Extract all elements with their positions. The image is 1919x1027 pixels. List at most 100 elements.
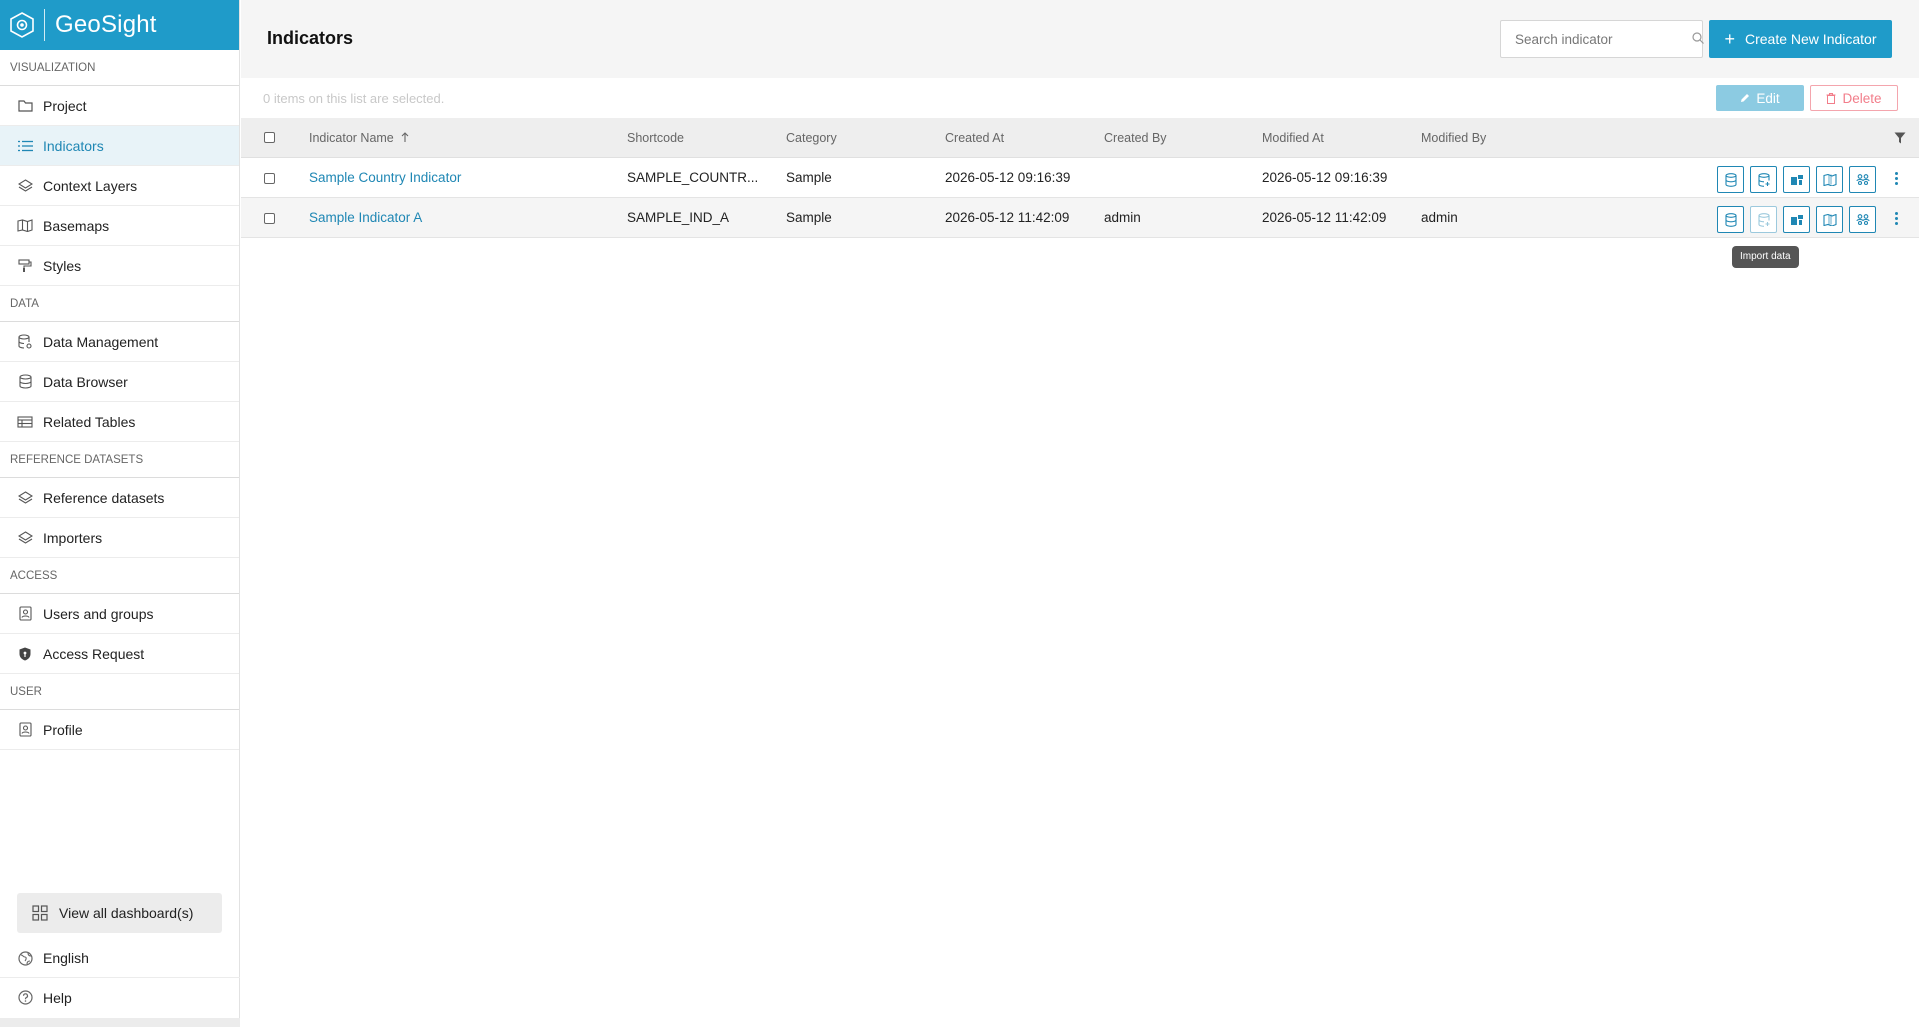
column-header-category[interactable]: Category bbox=[786, 131, 837, 145]
sidebar-item-profile[interactable]: Profile bbox=[0, 710, 239, 750]
sidebar-item-reference-datasets[interactable]: Reference datasets bbox=[0, 478, 239, 518]
brand-name: GeoSight bbox=[55, 11, 157, 38]
map-view-action-button[interactable] bbox=[1816, 206, 1843, 233]
sidebar-item-label: Styles bbox=[43, 257, 82, 274]
column-header-modified-at[interactable]: Modified At bbox=[1262, 131, 1324, 145]
section-title-user: USER bbox=[0, 674, 239, 710]
paint-roller-icon bbox=[16, 257, 34, 275]
modified-by-cell: admin bbox=[1421, 210, 1458, 225]
import-data-tooltip: Import data bbox=[1732, 246, 1799, 268]
shortcode-cell: SAMPLE_COUNTR... bbox=[627, 170, 759, 185]
language-label: English bbox=[43, 950, 89, 966]
data-browser-action-button[interactable] bbox=[1717, 166, 1744, 193]
column-header-label: Indicator Name bbox=[309, 131, 394, 145]
permissions-action-button[interactable] bbox=[1849, 166, 1876, 193]
view-all-label: View all dashboard(s) bbox=[59, 905, 194, 921]
sidebar-item-data-management[interactable]: Data Management bbox=[0, 322, 239, 362]
sidebar: GeoSight VISUALIZATION Project Indicator… bbox=[0, 0, 240, 1027]
section-title-visualization: VISUALIZATION bbox=[0, 50, 239, 86]
select-all-checkbox[interactable] bbox=[264, 132, 275, 143]
category-cell: Sample bbox=[786, 210, 832, 225]
value-manager-action-button[interactable] bbox=[1783, 166, 1810, 193]
sidebar-item-label: Related Tables bbox=[43, 413, 136, 430]
sidebar-item-project[interactable]: Project bbox=[0, 86, 239, 126]
created-at-cell: 2026-05-12 11:42:09 bbox=[945, 210, 1070, 225]
sidebar-item-related-tables[interactable]: Related Tables bbox=[0, 402, 239, 442]
sidebar-item-indicators[interactable]: Indicators bbox=[0, 126, 239, 166]
edit-button[interactable]: Edit bbox=[1716, 85, 1804, 111]
layers-icon bbox=[16, 177, 34, 195]
sidebar-item-context-layers[interactable]: Context Layers bbox=[0, 166, 239, 206]
category-cell: Sample bbox=[786, 170, 832, 185]
edit-label: Edit bbox=[1756, 90, 1780, 106]
data-browser-action-button[interactable] bbox=[1717, 206, 1744, 233]
indicator-name-link[interactable]: Sample Indicator A bbox=[309, 210, 422, 225]
help-label: Help bbox=[43, 989, 72, 1006]
language-selector[interactable]: English bbox=[0, 939, 240, 978]
sidebar-item-label: Context Layers bbox=[43, 177, 138, 194]
list-icon bbox=[16, 137, 34, 155]
shield-icon bbox=[16, 645, 34, 663]
sidebar-item-access-request[interactable]: Access Request bbox=[0, 634, 239, 674]
created-by-cell: admin bbox=[1104, 210, 1141, 225]
layers-icon bbox=[16, 529, 34, 547]
table-header: Indicator Name Shortcode Category Create… bbox=[241, 118, 1919, 158]
brand-header[interactable]: GeoSight bbox=[0, 0, 239, 50]
sidebar-item-label: Importers bbox=[43, 529, 103, 546]
column-header-shortcode[interactable]: Shortcode bbox=[627, 131, 684, 145]
search-icon[interactable] bbox=[1692, 31, 1704, 48]
import-data-action-button[interactable] bbox=[1750, 206, 1777, 233]
view-all-dashboards-button[interactable]: View all dashboard(s) bbox=[17, 893, 222, 933]
delete-button[interactable]: Delete bbox=[1810, 85, 1898, 111]
create-new-indicator-button[interactable]: + Create New Indicator bbox=[1709, 20, 1892, 58]
map-icon bbox=[16, 217, 34, 235]
column-header-created-by[interactable]: Created By bbox=[1104, 131, 1167, 145]
database-icon bbox=[16, 373, 34, 391]
trash-icon bbox=[1826, 92, 1836, 104]
sidebar-item-basemaps[interactable]: Basemaps bbox=[0, 206, 239, 246]
sidebar-item-label: Data Browser bbox=[43, 373, 128, 390]
modified-at-cell: 2026-05-12 09:16:39 bbox=[1262, 170, 1388, 185]
pencil-icon bbox=[1740, 93, 1750, 103]
sidebar-footer-bar bbox=[0, 1018, 240, 1027]
sidebar-item-users-and-groups[interactable]: Users and groups bbox=[0, 594, 239, 634]
globe-icon bbox=[16, 949, 34, 967]
sidebar-item-styles[interactable]: Styles bbox=[0, 246, 239, 286]
column-header-indicator-name[interactable]: Indicator Name bbox=[309, 131, 409, 145]
table-row[interactable]: Sample Country Indicator SAMPLE_COUNTR..… bbox=[241, 158, 1919, 198]
filter-icon[interactable] bbox=[1894, 131, 1906, 148]
table-row[interactable]: Sample Indicator A SAMPLE_IND_A Sample 2… bbox=[241, 198, 1919, 238]
sidebar-item-data-browser[interactable]: Data Browser bbox=[0, 362, 239, 402]
import-data-action-button[interactable] bbox=[1750, 166, 1777, 193]
value-manager-action-button[interactable] bbox=[1783, 206, 1810, 233]
selection-count: 0 items on this list are selected. bbox=[263, 91, 445, 106]
sidebar-item-label: Project bbox=[43, 97, 87, 114]
geosight-logo-icon bbox=[9, 12, 35, 38]
column-header-created-at[interactable]: Created At bbox=[945, 131, 1004, 145]
search-input[interactable] bbox=[1515, 31, 1692, 47]
more-options-icon[interactable] bbox=[1889, 208, 1903, 228]
folder-icon bbox=[16, 97, 34, 115]
column-header-modified-by[interactable]: Modified By bbox=[1421, 131, 1486, 145]
database-gear-icon bbox=[16, 333, 34, 351]
sidebar-item-label: Data Management bbox=[43, 333, 159, 350]
section-title-access: ACCESS bbox=[0, 558, 239, 594]
main-content: Indicators + Create New Indicator 0 item… bbox=[241, 0, 1919, 1027]
map-view-action-button[interactable] bbox=[1816, 166, 1843, 193]
help-link[interactable]: Help bbox=[0, 978, 240, 1017]
delete-label: Delete bbox=[1842, 90, 1882, 106]
row-checkbox[interactable] bbox=[264, 173, 275, 184]
created-at-cell: 2026-05-12 09:16:39 bbox=[945, 170, 1071, 185]
sidebar-item-importers[interactable]: Importers bbox=[0, 518, 239, 558]
indicator-name-link[interactable]: Sample Country Indicator bbox=[309, 170, 461, 185]
user-card-icon bbox=[16, 605, 34, 623]
more-options-icon[interactable] bbox=[1889, 168, 1903, 188]
plus-icon: + bbox=[1724, 29, 1735, 49]
search-box[interactable] bbox=[1500, 20, 1704, 58]
section-title-data: DATA bbox=[0, 286, 239, 322]
shortcode-cell: SAMPLE_IND_A bbox=[627, 210, 730, 225]
row-checkbox[interactable] bbox=[264, 213, 275, 224]
permissions-action-button[interactable] bbox=[1849, 206, 1876, 233]
brand-separator bbox=[44, 9, 45, 41]
sort-arrow-up-icon bbox=[401, 131, 409, 145]
